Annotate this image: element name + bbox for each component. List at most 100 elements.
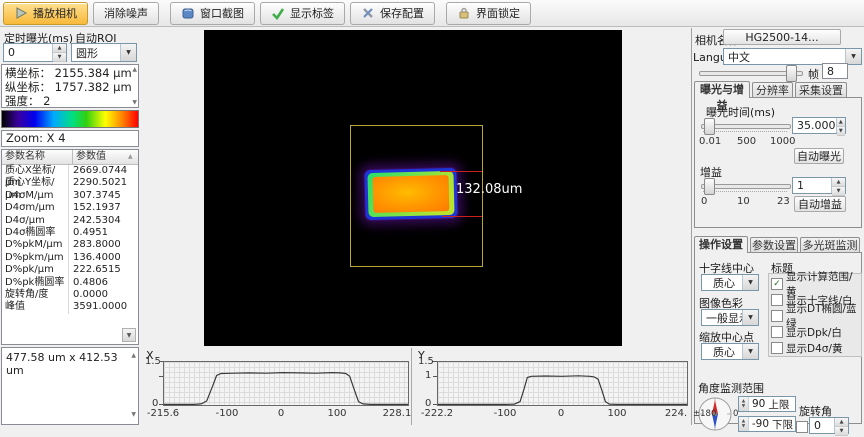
cursor-y-line: 纵坐标： 1757.382 μm xyxy=(5,80,138,94)
tab-multi-spot-monitor[interactable]: 多光斑监测 xyxy=(800,237,860,253)
spin-up-icon[interactable]: ▲ xyxy=(837,118,846,127)
table-row[interactable]: D4σ/μm242.5304 xyxy=(2,215,138,227)
dropdown-arrow-icon[interactable]: ▼ xyxy=(845,49,861,64)
scroll-down-icon[interactable]: ▼ xyxy=(122,328,136,342)
scroll-down-icon[interactable]: ▼ xyxy=(132,99,137,106)
table-row[interactable]: D4σm/μm152.1937 xyxy=(2,202,138,214)
table-row[interactable]: D%pkM/μm283.8000 xyxy=(2,239,138,251)
tab-acquisition[interactable]: 采集设置 xyxy=(795,82,847,98)
param-name: D%pk/μm xyxy=(2,264,69,276)
zoom-level-label: Zoom: X 4 xyxy=(1,130,139,147)
table-row[interactable]: 质心Y坐标/μm2290.5021 xyxy=(2,177,138,189)
auto-roi-select[interactable]: 圆形 ▼ xyxy=(71,43,137,62)
x-plot-xtick: 0 xyxy=(278,408,284,419)
spinner-buttons: ▲▼ xyxy=(831,178,845,193)
image-color-value: 一般显示 xyxy=(702,310,742,326)
param-name: D%pkM/μm xyxy=(2,239,69,251)
slider-ticks xyxy=(703,189,787,192)
angle-upper-limit-input[interactable]: ▲▼ 90 上限 xyxy=(738,396,796,412)
spin-down-icon[interactable]: ▼ xyxy=(53,53,66,62)
param-name: D4σ/μm xyxy=(2,215,69,227)
scroll-down-icon[interactable]: ▼ xyxy=(131,411,136,418)
image-color-select[interactable]: 一般显示 ▼ xyxy=(701,309,759,326)
param-value: 222.6515 xyxy=(69,264,138,276)
auto-exposure-button[interactable]: 自动曝光 xyxy=(794,148,844,164)
exposure-time-input[interactable]: 35.000 ▲▼ xyxy=(792,117,846,134)
checkbox-box[interactable] xyxy=(771,310,783,322)
param-name: D4σ椭圆率 xyxy=(2,227,69,239)
y-profile-plot xyxy=(437,361,688,406)
y-plot-xtick: 224. xyxy=(665,408,687,419)
dropdown-arrow-icon[interactable]: ▼ xyxy=(742,310,758,325)
spin-down-icon[interactable]: ▼ xyxy=(835,427,848,436)
angle-lower-limit-input[interactable]: ▲▼ -90 下限 xyxy=(738,416,796,432)
crosshair-center-select[interactable]: 质心 ▼ xyxy=(701,274,759,291)
camera-name-button[interactable]: HG2500-14... xyxy=(723,29,841,45)
beam-image-view[interactable]: 132.08um xyxy=(204,30,622,346)
checkbox-box[interactable] xyxy=(771,294,783,306)
table-row[interactable]: 质心X坐标/μm2669.0744 xyxy=(2,165,138,177)
tab-resolution[interactable]: 分辨率 xyxy=(752,82,793,98)
scroll-up-icon[interactable]: ▲ xyxy=(131,352,136,359)
checkbox-show-d4sigma[interactable]: 显示D4σ/黄 xyxy=(771,340,861,356)
table-row[interactable]: 峰值3591.0000 xyxy=(2,301,138,313)
window-screenshot-button[interactable]: 窗口截图 xyxy=(170,2,255,25)
tab-parameter-settings[interactable]: 参数设置 xyxy=(750,237,798,253)
auto-gain-button[interactable]: 自动增益 xyxy=(794,196,846,212)
lock-icon xyxy=(457,6,471,20)
param-value: 0.4951 xyxy=(69,227,138,239)
y-plot-xtick: -100 xyxy=(494,408,517,419)
checkbox-box[interactable] xyxy=(771,342,783,354)
table-row[interactable]: D%pk/μm222.6515 xyxy=(2,264,138,276)
spin-up-icon[interactable]: ▲ xyxy=(832,178,845,187)
spinner-buttons[interactable]: ▲▼ xyxy=(739,417,749,431)
y-plot-xtick: 0 xyxy=(558,408,564,419)
param-value-header[interactable]: 参数值 xyxy=(73,150,125,164)
play-camera-label: 播放相机 xyxy=(33,5,77,21)
frame-slider-thumb[interactable] xyxy=(786,65,797,82)
checkbox-show-calc-range[interactable]: ✓显示计算范围/黄 xyxy=(771,276,861,292)
timed-exposure-input[interactable]: 0 ▲▼ xyxy=(3,43,67,62)
checkbox-show-dt-ellipse[interactable]: 显示DT椭圆/蓝绿 xyxy=(771,308,861,324)
save-config-button[interactable]: 保存配置 xyxy=(350,2,435,25)
checkbox-box[interactable]: ✓ xyxy=(771,278,783,290)
remove-noise-button[interactable]: 消除噪声 xyxy=(93,2,159,25)
crosshair-center-value: 质心 xyxy=(702,275,742,291)
show-labels-button[interactable]: 显示标签 xyxy=(260,2,345,25)
spin-up-icon[interactable]: ▲ xyxy=(835,418,848,427)
spin-down-icon[interactable]: ▼ xyxy=(832,187,845,196)
spinner-buttons[interactable]: ▲▼ xyxy=(739,397,749,411)
exposure-time-value: 35.000 xyxy=(793,119,836,132)
frame-count-field[interactable]: 8 xyxy=(822,63,848,79)
rotation-angle-input[interactable]: 0 ▲▼ xyxy=(809,417,849,434)
dropdown-arrow-icon[interactable]: ▼ xyxy=(120,44,136,61)
checkbox-label: 显示Dpk/白 xyxy=(786,325,842,340)
table-row[interactable]: 旋转角/度0.0000 xyxy=(2,289,138,301)
table-row[interactable]: D%pkm/μm136.4000 xyxy=(2,252,138,264)
y-plot-ytick: 1.5 xyxy=(418,356,434,367)
lock-ui-button[interactable]: 界面锁定 xyxy=(446,2,531,25)
param-name-header[interactable]: 参数名称 xyxy=(2,150,73,164)
spin-up-icon[interactable]: ▲ xyxy=(53,44,66,53)
dropdown-arrow-icon[interactable]: ▼ xyxy=(742,275,758,290)
x-plot-xtick: 100 xyxy=(327,408,346,419)
param-name: D4σm/μm xyxy=(2,202,69,214)
checkbox-box[interactable] xyxy=(771,326,783,338)
gain-input[interactable]: 1 ▲▼ xyxy=(792,177,846,194)
sort-icon[interactable]: ▲ xyxy=(125,150,138,164)
table-row[interactable]: D4σM/μm307.3745 xyxy=(2,190,138,202)
table-row[interactable]: D4σ椭圆率0.4951 xyxy=(2,227,138,239)
dropdown-arrow-icon[interactable]: ▼ xyxy=(742,344,758,359)
table-row[interactable]: D%pk椭圆率0.4806 xyxy=(2,277,138,289)
tab-operation-settings[interactable]: 操作设置 xyxy=(694,236,748,253)
spin-down-icon[interactable]: ▼ xyxy=(837,127,846,136)
gain-scale-max: 23 xyxy=(777,196,790,207)
tab-exposure-gain[interactable]: 曝光与增益 xyxy=(694,81,750,98)
zoom-center-select[interactable]: 质心 ▼ xyxy=(701,343,759,360)
rotation-checkbox[interactable] xyxy=(796,421,808,433)
exposure-slider-thumb[interactable] xyxy=(704,118,715,135)
auto-exposure-label: 自动曝光 xyxy=(797,148,841,164)
play-camera-button[interactable]: 播放相机 xyxy=(3,2,88,25)
gain-slider-thumb[interactable] xyxy=(704,178,715,195)
scroll-up-icon[interactable]: ▲ xyxy=(132,66,137,73)
